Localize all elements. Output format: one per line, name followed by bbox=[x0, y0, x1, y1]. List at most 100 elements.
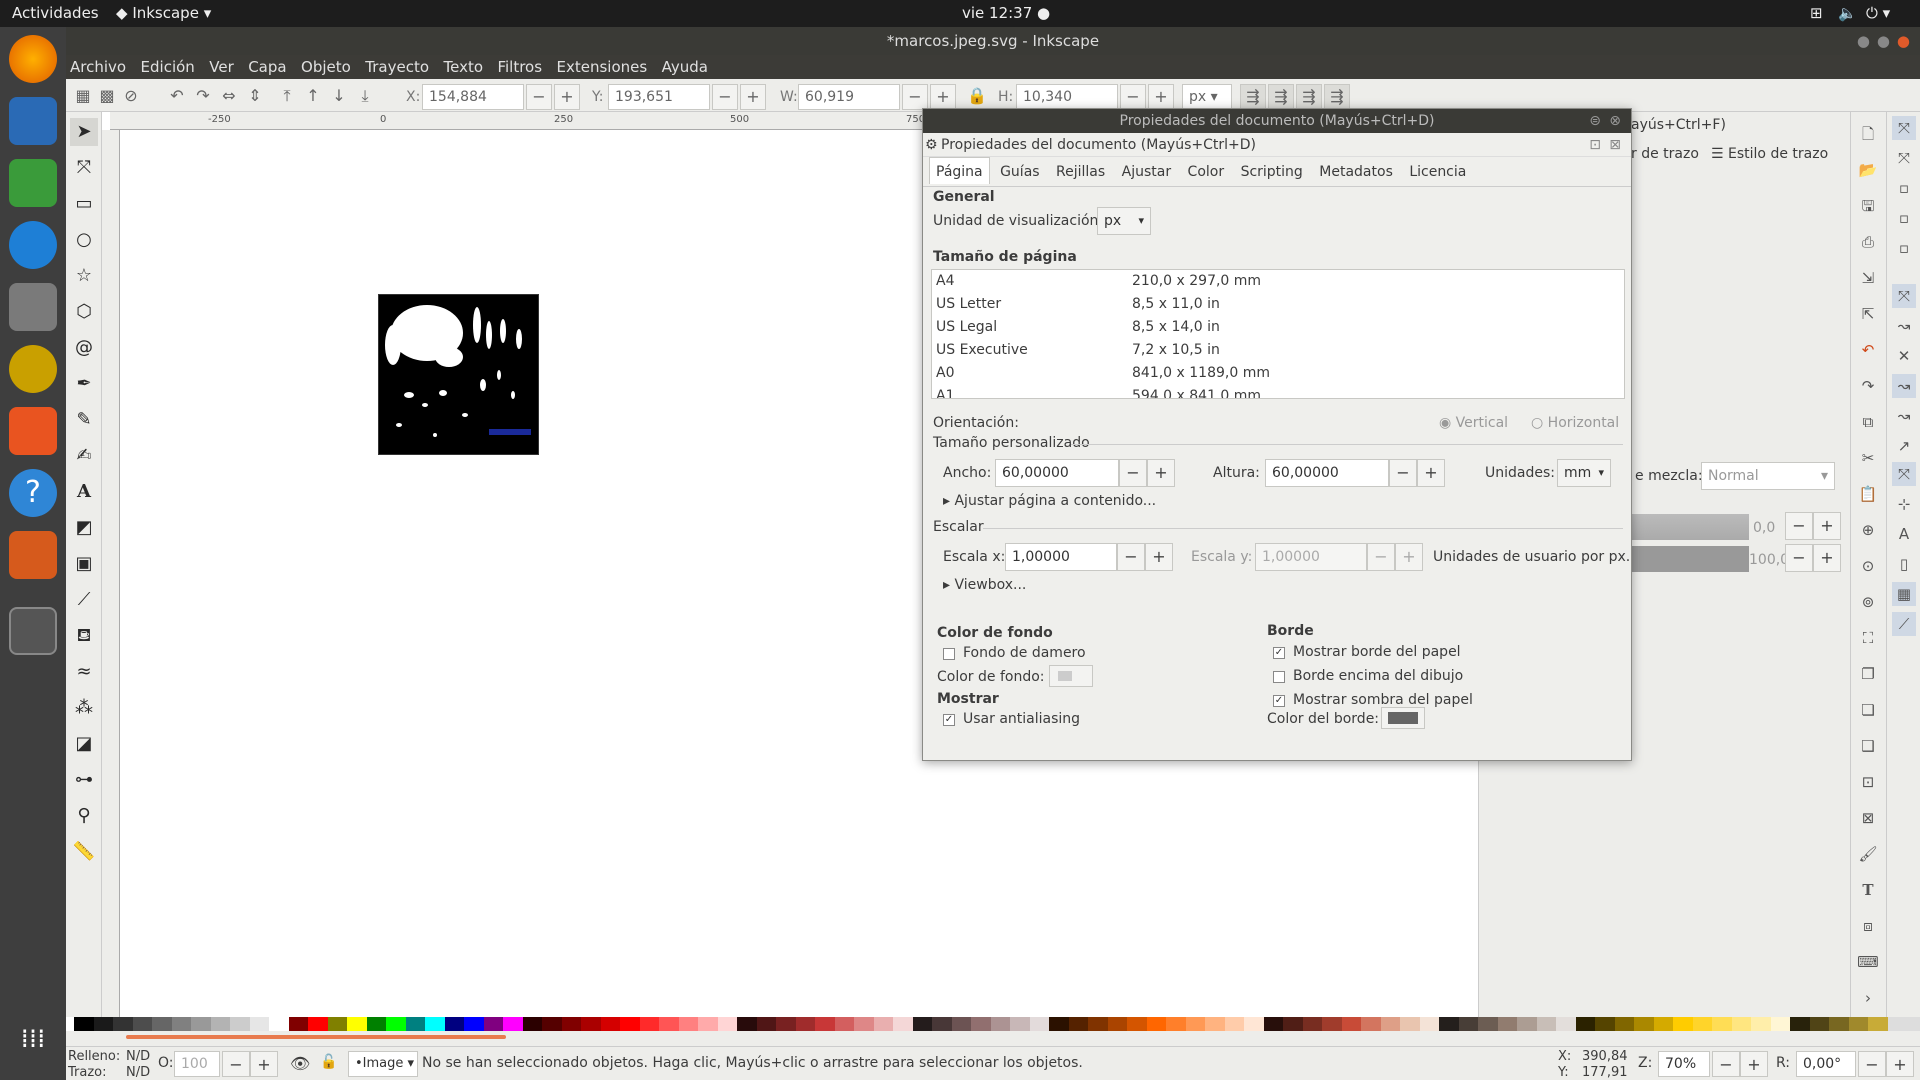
palette-swatch[interactable] bbox=[1224, 1017, 1245, 1031]
scale-y-minus-button[interactable]: − bbox=[1367, 543, 1395, 571]
palette-swatch[interactable] bbox=[1010, 1017, 1030, 1031]
eraser-tool-icon[interactable]: ◪ bbox=[70, 730, 98, 758]
tab-ajustar[interactable]: Ajustar bbox=[1116, 158, 1177, 184]
snap-nodes-icon[interactable]: ⤧ bbox=[1892, 284, 1916, 308]
x-minus-button[interactable]: − bbox=[526, 84, 552, 110]
blur-minus-button[interactable]: − bbox=[1785, 512, 1813, 540]
layer-select[interactable]: •Image ▾ bbox=[348, 1051, 418, 1077]
fill-stroke-icon[interactable]: 🖌 bbox=[1856, 842, 1880, 866]
palette-swatch[interactable] bbox=[288, 1017, 309, 1031]
tab-guias[interactable]: Guías bbox=[994, 158, 1045, 184]
menu-objeto[interactable]: Objeto bbox=[301, 55, 351, 79]
orientation-horizontal-radio[interactable]: ○ Horizontal bbox=[1531, 415, 1619, 431]
palette-swatch[interactable] bbox=[249, 1017, 270, 1031]
border-color-button[interactable] bbox=[1381, 707, 1425, 729]
palette-swatch[interactable] bbox=[639, 1017, 660, 1031]
app-menu[interactable]: ◆ Inkscape ▾ bbox=[116, 4, 211, 22]
orientation-vertical-radio[interactable]: ◉ Vertical bbox=[1439, 415, 1508, 431]
h-minus-button[interactable]: − bbox=[1120, 84, 1146, 110]
palette-swatch[interactable] bbox=[912, 1017, 933, 1031]
fill-value[interactable]: N/D bbox=[126, 1049, 150, 1064]
h-plus-button[interactable]: + bbox=[1148, 84, 1174, 110]
palette-swatch[interactable] bbox=[464, 1017, 484, 1031]
display-unit-select[interactable]: px ▾ bbox=[1097, 207, 1151, 235]
y-plus-button[interactable]: + bbox=[740, 84, 766, 110]
palette-swatch[interactable] bbox=[1049, 1017, 1069, 1031]
zoom-drawing-icon[interactable]: ⊙ bbox=[1856, 554, 1880, 578]
y-input[interactable]: 193,651 bbox=[608, 84, 710, 110]
unlink-clone-icon[interactable]: ❑ bbox=[1856, 734, 1880, 758]
tab-licencia[interactable]: Licencia bbox=[1403, 158, 1472, 184]
snap-center-icon[interactable]: ⊹ bbox=[1892, 492, 1916, 516]
layer-lock-icon[interactable]: 🔓 bbox=[320, 1054, 337, 1070]
3d-box-tool-icon[interactable]: ⬡ bbox=[70, 298, 98, 326]
palette-swatch[interactable] bbox=[1731, 1017, 1752, 1031]
palette-swatch[interactable] bbox=[756, 1017, 777, 1031]
palette-swatch[interactable] bbox=[873, 1017, 894, 1031]
palette-swatch[interactable] bbox=[308, 1017, 328, 1031]
palette-swatch[interactable] bbox=[659, 1017, 679, 1031]
palette-swatch[interactable] bbox=[854, 1017, 874, 1031]
height-minus-button[interactable]: − bbox=[1389, 459, 1417, 487]
raise-to-top-icon[interactable]: ⤒ bbox=[274, 84, 300, 110]
palette-swatch[interactable] bbox=[132, 1017, 153, 1031]
show-shadow-checkbox[interactable]: ✓ bbox=[1273, 695, 1285, 707]
antialiasing-checkbox[interactable]: ✓ bbox=[943, 714, 955, 726]
calligraphy-tool-icon[interactable]: ✍ bbox=[70, 442, 98, 470]
border-on-top-checkbox[interactable] bbox=[1273, 671, 1285, 683]
zoom-tool-icon[interactable]: ⚲ bbox=[70, 802, 98, 830]
palette-swatch[interactable] bbox=[834, 1017, 855, 1031]
stroke-value[interactable]: N/D bbox=[126, 1065, 150, 1080]
gradient-tool-icon[interactable]: ◩ bbox=[70, 514, 98, 542]
palette-swatch[interactable] bbox=[1361, 1017, 1381, 1031]
palette-swatch[interactable] bbox=[230, 1017, 250, 1031]
palette-swatch[interactable] bbox=[347, 1017, 367, 1031]
pencil-tool-icon[interactable]: ✎ bbox=[70, 406, 98, 434]
thunderbird-icon[interactable] bbox=[9, 221, 57, 269]
palette-swatch[interactable] bbox=[1341, 1017, 1362, 1031]
inkscape-icon[interactable] bbox=[9, 607, 57, 655]
palette-swatch[interactable] bbox=[951, 1017, 972, 1031]
palette-swatch[interactable] bbox=[171, 1017, 192, 1031]
rotate-ccw-icon[interactable]: ↶ bbox=[164, 84, 190, 110]
rhythmbox-icon[interactable] bbox=[9, 345, 57, 393]
raise-icon[interactable]: ↑ bbox=[300, 84, 326, 110]
no-paint-swatch[interactable] bbox=[66, 1017, 74, 1031]
close-window-icon[interactable]: ● bbox=[1897, 27, 1910, 55]
palette-swatch[interactable] bbox=[191, 1017, 211, 1031]
flip-horizontal-icon[interactable]: ⇔ bbox=[216, 84, 242, 110]
tab-metadatos[interactable]: Metadatos bbox=[1313, 158, 1399, 184]
palette-swatch[interactable] bbox=[327, 1017, 348, 1031]
color-palette[interactable] bbox=[66, 1017, 1920, 1031]
new-doc-icon[interactable]: 🗋 bbox=[1856, 122, 1880, 146]
w-minus-button[interactable]: − bbox=[902, 84, 928, 110]
zoom-selection-icon[interactable]: ⊕ bbox=[1856, 518, 1880, 542]
palette-swatch[interactable] bbox=[269, 1017, 289, 1031]
ellipse-tool-icon[interactable]: ○ bbox=[70, 226, 98, 254]
palette-swatch[interactable] bbox=[1692, 1017, 1713, 1031]
scale-x-input[interactable]: 1,00000 bbox=[1005, 543, 1117, 571]
cut-icon[interactable]: ✂ bbox=[1856, 446, 1880, 470]
palette-swatch[interactable] bbox=[1458, 1017, 1479, 1031]
writer-icon[interactable] bbox=[9, 97, 57, 145]
scale-x-minus-button[interactable]: − bbox=[1117, 543, 1145, 571]
snap-cusp-icon[interactable]: ↝ bbox=[1892, 374, 1916, 398]
width-input[interactable]: 60,00000 bbox=[995, 459, 1119, 487]
list-item[interactable]: A4 210,0 x 297,0 mm bbox=[932, 270, 1624, 293]
palette-swatch[interactable] bbox=[1614, 1017, 1635, 1031]
node-tool-icon[interactable]: ⤧ bbox=[70, 154, 98, 182]
undo-icon[interactable]: ↶ bbox=[1856, 338, 1880, 362]
tab-scripting[interactable]: Scripting bbox=[1235, 158, 1309, 184]
palette-swatch[interactable] bbox=[932, 1017, 952, 1031]
palette-swatch[interactable] bbox=[1868, 1017, 1888, 1031]
print-icon[interactable]: ⎙ bbox=[1856, 230, 1880, 254]
viewbox-expander[interactable]: ▸ Viewbox... bbox=[943, 577, 1026, 593]
palette-swatch[interactable] bbox=[561, 1017, 582, 1031]
list-item[interactable]: US Letter 8,5 x 11,0 in bbox=[932, 293, 1624, 316]
palette-swatch[interactable] bbox=[1809, 1017, 1830, 1031]
fit-page-expander[interactable]: ▸ Ajustar página a contenido... bbox=[943, 493, 1156, 509]
w-plus-button[interactable]: + bbox=[930, 84, 956, 110]
palette-swatch[interactable] bbox=[1497, 1017, 1518, 1031]
help-icon[interactable]: ? bbox=[9, 469, 57, 517]
connector-tool-icon[interactable]: ⊶ bbox=[70, 766, 98, 794]
